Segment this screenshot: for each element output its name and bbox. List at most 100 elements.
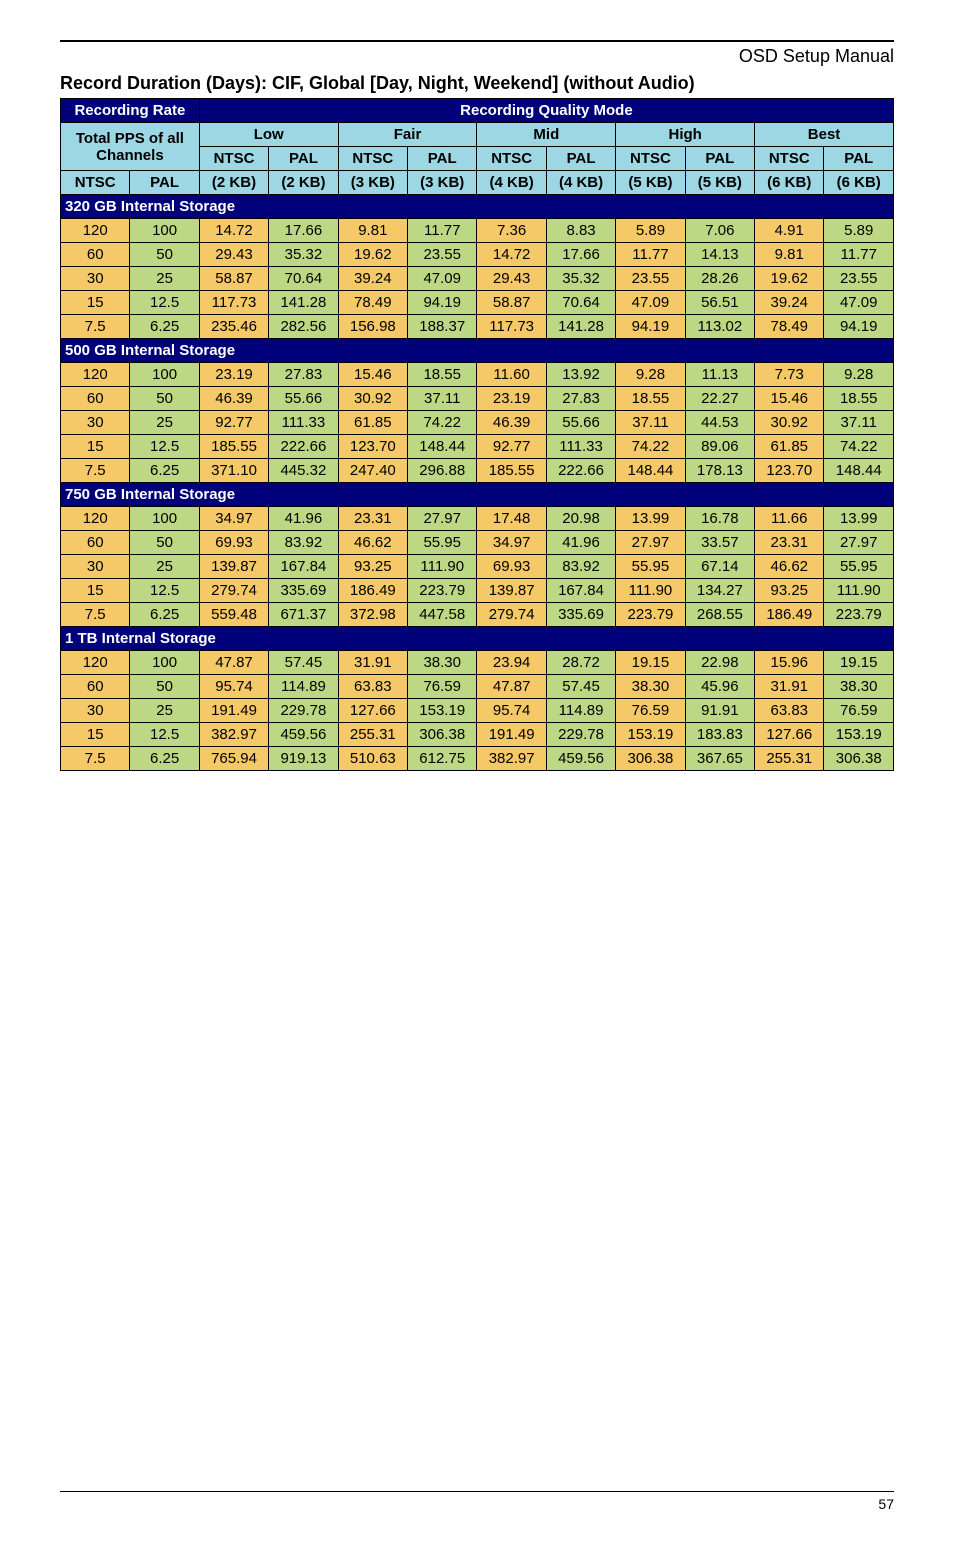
cell-ntsc-rate: 60 [61,531,130,555]
cell-ntsc-rate: 15 [61,435,130,459]
cell-pal-rate: 100 [130,363,199,387]
cell-ntsc-rate: 120 [61,651,130,675]
cell-value: 510.63 [338,747,407,771]
cell-value: 83.92 [269,531,338,555]
cell-value: 76.59 [824,699,894,723]
cell-value: 11.66 [755,507,824,531]
cell-value: 46.39 [199,387,268,411]
table-row: 3025191.49229.78127.66153.1995.74114.897… [61,699,894,723]
cell-value: 268.55 [685,603,754,627]
table-row: 1512.5185.55222.66123.70148.4492.77111.3… [61,435,894,459]
cell-value: 9.28 [616,363,685,387]
cell-value: 382.97 [477,747,546,771]
cell-value: 91.91 [685,699,754,723]
cell-value: 13.99 [616,507,685,531]
cell-value: 17.66 [546,243,615,267]
cell-ntsc-rate: 15 [61,291,130,315]
cell-value: 23.19 [477,387,546,411]
cell-value: 35.32 [269,243,338,267]
cell-value: 17.66 [269,219,338,243]
cell-value: 156.98 [338,315,407,339]
cell-pal-rate: 12.5 [130,435,199,459]
cell-value: 69.93 [477,555,546,579]
hdr-quality-mid: Mid [477,123,616,147]
table-row: 7.56.25235.46282.56156.98188.37117.73141… [61,315,894,339]
cell-value: 11.77 [408,219,477,243]
cell-pal-rate: 12.5 [130,579,199,603]
cell-value: 4.91 [755,219,824,243]
cell-value: 178.13 [685,459,754,483]
cell-ntsc-rate: 7.5 [61,459,130,483]
cell-value: 134.27 [685,579,754,603]
cell-value: 92.77 [477,435,546,459]
cell-pal-rate: 50 [130,531,199,555]
cell-value: 111.33 [546,435,615,459]
cell-value: 19.62 [755,267,824,291]
table-title: Record Duration (Days): CIF, Global [Day… [60,73,894,94]
table-row: 1512.5279.74335.69186.49223.79139.87167.… [61,579,894,603]
cell-value: 34.97 [477,531,546,555]
cell-value: 56.51 [685,291,754,315]
cell-value: 111.90 [408,555,477,579]
cell-value: 47.09 [408,267,477,291]
cell-value: 335.69 [546,603,615,627]
cell-value: 255.31 [755,747,824,771]
cell-pal-rate: 25 [130,267,199,291]
cell-value: 114.89 [269,675,338,699]
cell-value: 19.15 [824,651,894,675]
header-divider [60,40,894,42]
cell-pal-rate: 100 [130,651,199,675]
cell-value: 148.44 [616,459,685,483]
cell-value: 671.37 [269,603,338,627]
cell-value: 9.81 [338,219,407,243]
cell-value: 111.90 [616,579,685,603]
table-row: 605046.3955.6630.9237.1123.1927.8318.552… [61,387,894,411]
cell-value: 222.66 [546,459,615,483]
cell-value: 282.56 [269,315,338,339]
cell-value: 37.11 [824,411,894,435]
cell-value: 612.75 [408,747,477,771]
cell-value: 223.79 [824,603,894,627]
cell-value: 35.32 [546,267,615,291]
cell-value: 93.25 [338,555,407,579]
table-row: 12010047.8757.4531.9138.3023.9428.7219.1… [61,651,894,675]
cell-value: 148.44 [408,435,477,459]
cell-pal-rate: 6.25 [130,459,199,483]
hdr-pal: PAL [408,147,477,171]
cell-value: 57.45 [269,651,338,675]
cell-value: 15.46 [338,363,407,387]
cell-value: 111.33 [269,411,338,435]
cell-value: 13.92 [546,363,615,387]
cell-value: 9.28 [824,363,894,387]
cell-pal-rate: 6.25 [130,747,199,771]
cell-value: 37.11 [408,387,477,411]
table-row: 1512.5117.73141.2878.4994.1958.8770.6447… [61,291,894,315]
cell-value: 306.38 [824,747,894,771]
cell-value: 222.66 [269,435,338,459]
cell-value: 94.19 [824,315,894,339]
cell-value: 23.31 [338,507,407,531]
cell-value: 46.62 [338,531,407,555]
cell-value: 117.73 [477,315,546,339]
cell-value: 58.87 [199,267,268,291]
cell-value: 55.95 [408,531,477,555]
hdr-kb: (5 KB) [685,171,754,195]
cell-value: 247.40 [338,459,407,483]
cell-value: 148.44 [824,459,894,483]
table-row: 1512.5382.97459.56255.31306.38191.49229.… [61,723,894,747]
hdr-kb: (2 KB) [199,171,268,195]
cell-value: 67.14 [685,555,754,579]
cell-pal-rate: 6.25 [130,315,199,339]
table-row: 3025139.87167.8493.25111.9069.9383.9255.… [61,555,894,579]
cell-value: 70.64 [546,291,615,315]
cell-value: 94.19 [408,291,477,315]
cell-value: 93.25 [755,579,824,603]
cell-value: 55.95 [824,555,894,579]
cell-value: 61.85 [755,435,824,459]
cell-value: 445.32 [269,459,338,483]
cell-value: 5.89 [616,219,685,243]
cell-pal-rate: 25 [130,699,199,723]
cell-value: 38.30 [408,651,477,675]
cell-pal-rate: 100 [130,219,199,243]
cell-value: 8.83 [546,219,615,243]
